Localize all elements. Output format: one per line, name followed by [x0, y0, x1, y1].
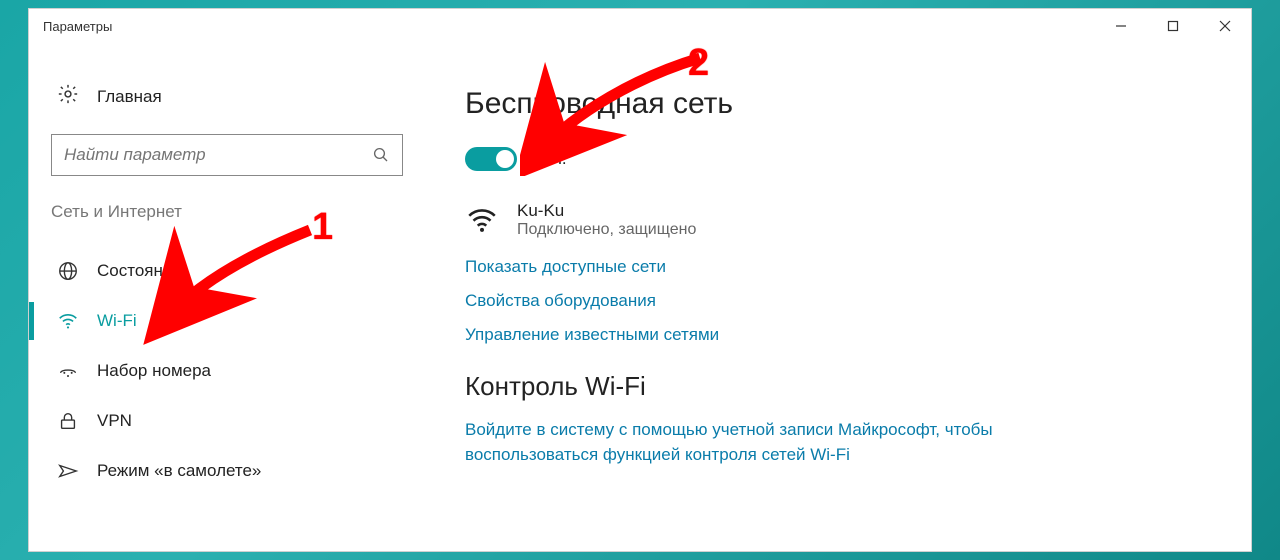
sidebar-item-airplane[interactable]: Режим «в самолете» [51, 446, 403, 496]
globe-icon [57, 260, 79, 282]
home-link[interactable]: Главная [51, 83, 403, 110]
settings-window: Параметры Главная [28, 8, 1252, 552]
wifi-toggle-row: Вкл. [465, 147, 1211, 171]
sidebar: Главная Сеть и Интернет [29, 43, 425, 551]
wifi-strength-icon [465, 203, 499, 237]
wifi-icon [57, 310, 79, 332]
sidebar-item-wifi[interactable]: Wi-Fi [51, 296, 403, 346]
dialup-icon [57, 360, 79, 382]
sidebar-item-vpn[interactable]: VPN [51, 396, 403, 446]
sidebar-item-dialup[interactable]: Набор номера [51, 346, 403, 396]
page-title: Беспроводная сеть [465, 87, 1211, 121]
current-network[interactable]: Ku-Ku Подключено, защищено [465, 201, 1211, 239]
vpn-icon [57, 410, 79, 432]
wifi-toggle-label: Вкл. [533, 149, 567, 169]
annotation-number-1: 1 [312, 206, 333, 249]
maximize-button[interactable] [1147, 9, 1199, 43]
sidebar-item-label: Состояние [97, 261, 182, 281]
annotation-number-2: 2 [688, 42, 709, 85]
sidebar-item-label: Wi-Fi [97, 311, 137, 331]
section-heading-wifi-sense: Контроль Wi-Fi [465, 371, 1211, 402]
wifi-sense-note[interactable]: Войдите в систему с помощью учетной запи… [465, 418, 1005, 467]
link-manage-networks[interactable]: Управление известными сетями [465, 325, 1211, 345]
titlebar: Параметры [29, 9, 1251, 43]
window-controls [1095, 9, 1251, 43]
airplane-icon [57, 460, 79, 482]
sidebar-item-status[interactable]: Состояние [51, 246, 403, 296]
search-input[interactable] [64, 145, 372, 165]
sidebar-category: Сеть и Интернет [51, 202, 403, 222]
wifi-toggle[interactable] [465, 147, 517, 171]
network-name: Ku-Ku [517, 201, 696, 221]
window-body: Главная Сеть и Интернет [29, 43, 1251, 551]
gear-icon [57, 83, 79, 110]
minimize-button[interactable] [1095, 9, 1147, 43]
home-label: Главная [97, 87, 162, 107]
network-status: Подключено, защищено [517, 221, 696, 239]
sidebar-item-label: Режим «в самолете» [97, 461, 261, 481]
search-box[interactable] [51, 134, 403, 176]
close-button[interactable] [1199, 9, 1251, 43]
search-icon [372, 146, 390, 164]
link-available-networks[interactable]: Показать доступные сети [465, 257, 1211, 277]
sidebar-nav: Состояние Wi-Fi На [51, 246, 403, 496]
window-title: Параметры [43, 19, 112, 34]
link-hardware-properties[interactable]: Свойства оборудования [465, 291, 1211, 311]
sidebar-item-label: Набор номера [97, 361, 211, 381]
sidebar-item-label: VPN [97, 411, 132, 431]
content-pane: Беспроводная сеть Вкл. Ku-Ku Подключено,… [425, 43, 1251, 551]
